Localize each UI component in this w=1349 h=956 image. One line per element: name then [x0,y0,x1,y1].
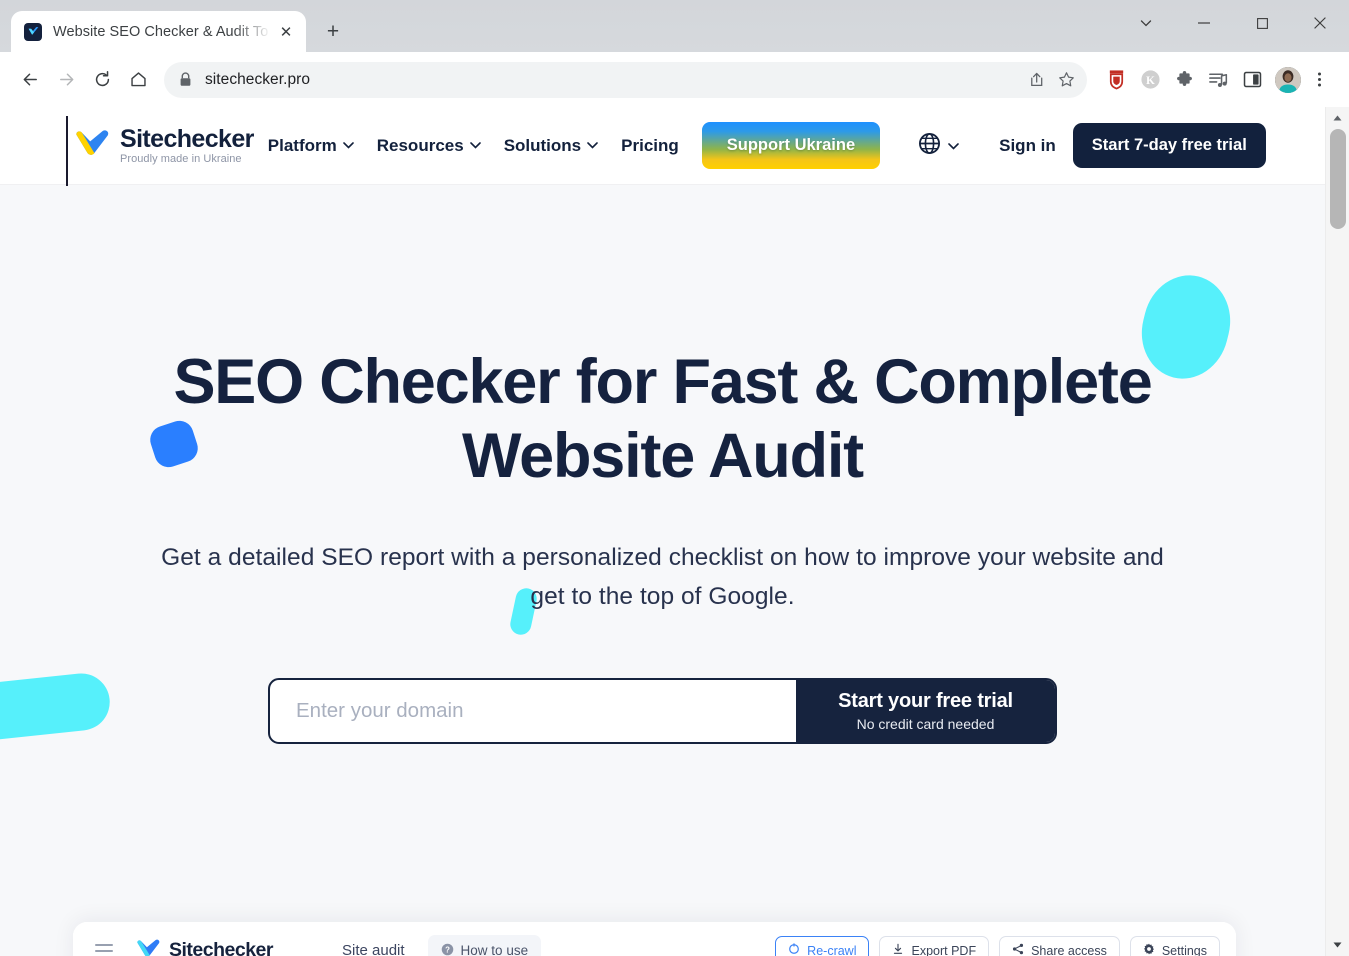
dashboard-actions: Re-crawl Export PDF Share access Setting… [775,936,1220,956]
domain-search-form: Start your free trial No credit card nee… [268,678,1057,745]
tab-title: Website SEO Checker & Audit To [53,23,269,40]
gear-icon [1143,943,1155,956]
extensions-puzzle-icon[interactable] [1169,65,1199,95]
browser-menu-icon[interactable] [1301,62,1337,98]
chevron-down-icon [587,142,598,149]
sitechecker-logo-icon [76,129,109,155]
address-bar[interactable]: sitechecker.pro [164,61,1087,98]
home-icon[interactable] [120,62,156,98]
scroll-down-arrow-icon[interactable] [1326,934,1349,956]
globe-icon [918,132,941,160]
nav-item-pricing[interactable]: Pricing [621,136,679,156]
recrawl-button[interactable]: Re-crawl [775,936,870,956]
download-icon [892,943,904,956]
reload-icon[interactable] [84,62,120,98]
close-window-icon[interactable] [1291,0,1349,46]
signin-link[interactable]: Sign in [999,136,1056,156]
chevron-down-icon [948,137,959,155]
dashboard-topbar: Sitechecker Site audit ? How to use Re-c… [73,922,1236,956]
nav-item-resources[interactable]: Resources [377,136,481,156]
kaspersky-icon[interactable]: K [1135,65,1165,95]
cta-subtitle: No credit card needed [856,716,995,733]
page-scrollbar[interactable] [1325,107,1349,956]
scroll-up-arrow-icon[interactable] [1326,107,1349,129]
share-icon [1012,943,1024,956]
nav-item-platform[interactable]: Platform [268,136,354,156]
settings-button[interactable]: Settings [1129,936,1220,956]
reading-list-icon[interactable] [1203,65,1233,95]
language-selector[interactable] [918,132,959,160]
nav-links: Platform Resources Solutions Pricing [268,136,702,156]
support-ukraine-button[interactable]: Support Ukraine [701,122,881,169]
window-controls [1117,0,1349,46]
page-content: Sitechecker Proudly made in Ukraine Plat… [0,107,1325,956]
url-text: sitechecker.pro [205,70,310,88]
hero-subtitle: Get a detailed SEO report with a persona… [161,543,1164,611]
nav-right-group: Support Ukraine Sign in Start 7-day free… [701,122,1325,169]
page-title: SEO Checker for Fast & Complete Website … [173,347,1152,492]
nav-item-solutions[interactable]: Solutions [504,136,598,156]
minimize-icon[interactable] [1175,0,1233,46]
recrawl-label: Re-crawl [807,943,857,956]
nav-item-pricing-label: Pricing [621,135,679,155]
logo-name: Sitechecker [120,124,254,153]
settings-label: Settings [1161,943,1207,956]
browser-tab[interactable]: Website SEO Checker & Audit To ✕ [11,11,306,52]
scrollbar-track[interactable] [1326,129,1349,934]
nav-item-platform-label: Platform [267,135,337,155]
sitechecker-favicon [24,22,42,41]
how-to-use-label: How to use [460,943,529,956]
lock-icon [179,72,192,87]
page-viewport: Sitechecker Proudly made in Ukraine Plat… [0,107,1349,956]
tab-search-icon[interactable] [1117,0,1175,46]
forward-icon[interactable] [48,62,84,98]
share-access-button[interactable]: Share access [999,936,1120,956]
back-icon[interactable] [12,62,48,98]
side-panel-icon[interactable] [1237,65,1267,95]
hamburger-menu-icon[interactable] [95,943,113,956]
dashboard-logo-name: Sitechecker [169,939,274,956]
cta-title: Start your free trial [838,690,1013,713]
share-icon[interactable] [1021,65,1051,95]
refresh-icon [788,943,800,956]
hero-content: SEO Checker for Fast & Complete Website … [0,345,1325,745]
export-pdf-label: Export PDF [911,943,977,956]
start-free-trial-button[interactable]: Start your free trial No credit card nee… [796,680,1055,743]
profile-avatar[interactable] [1275,66,1301,93]
domain-input[interactable] [270,680,796,743]
nav-item-resources-label: Resources [376,135,464,155]
help-circle-icon: ? [441,943,454,956]
svg-text:?: ? [445,945,450,954]
tab-strip: Website SEO Checker & Audit To ✕ + [0,0,1349,52]
browser-toolbar: sitechecker.pro K [0,52,1349,107]
chevron-down-icon [342,142,354,149]
ublock-origin-icon[interactable] [1101,65,1131,95]
svg-text:K: K [1146,75,1155,87]
scrollbar-thumb[interactable] [1329,129,1346,229]
start-trial-button[interactable]: Start 7-day free trial [1072,123,1266,168]
chevron-down-icon [469,142,481,149]
bookmark-star-icon[interactable] [1051,65,1081,95]
dashboard-logo[interactable]: Sitechecker [135,939,274,956]
dashboard-preview: Sitechecker Site audit ? How to use Re-c… [73,922,1236,956]
maximize-icon[interactable] [1233,0,1291,46]
export-pdf-button[interactable]: Export PDF [879,936,990,956]
share-access-label: Share access [1031,943,1107,956]
logo-tagline: Proudly made in Ukraine [120,152,242,165]
new-tab-button[interactable]: + [318,17,348,47]
hero-section: SEO Checker for Fast & Complete Website … [0,185,1325,956]
tab-site-audit[interactable]: Site audit [342,942,405,956]
browser-window: Website SEO Checker & Audit To ✕ + sitec… [0,0,1349,956]
site-logo[interactable]: Sitechecker Proudly made in Ukraine [74,124,254,165]
text-cursor [66,116,68,186]
how-to-use-button[interactable]: ? How to use [427,935,542,956]
sitechecker-logo-icon [137,939,160,956]
site-navigation: Sitechecker Proudly made in Ukraine Plat… [0,107,1325,186]
nav-item-solutions-label: Solutions [503,135,582,155]
tab-close-icon[interactable]: ✕ [275,21,297,43]
